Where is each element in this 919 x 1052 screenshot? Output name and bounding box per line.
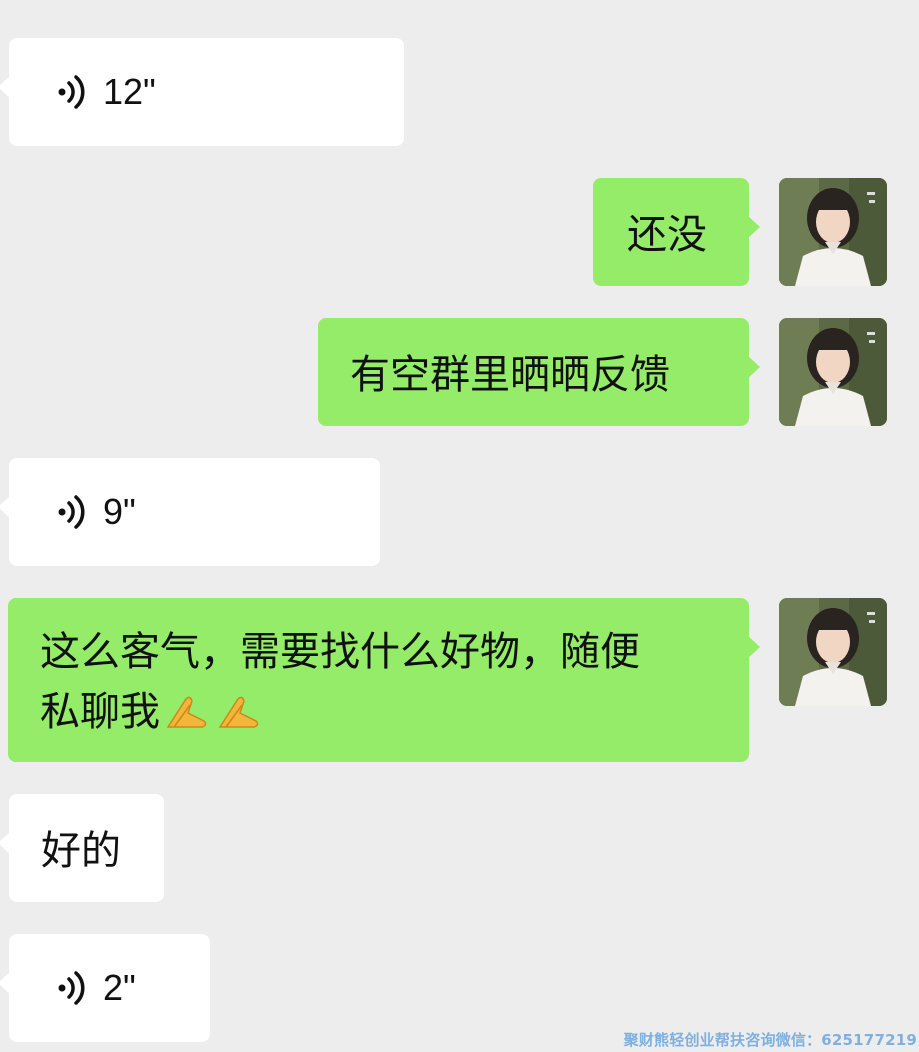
voice-duration: 2" — [103, 967, 136, 1008]
incoming-voice-message[interactable]: 12" — [0, 38, 404, 146]
message-text: 有空群里晒晒反馈 — [350, 352, 670, 398]
incoming-voice-message[interactable]: 2" — [0, 934, 210, 1042]
message-text-line-2-text: 私聊我 — [40, 689, 160, 735]
avatar[interactable] — [779, 598, 887, 706]
voice-wave-icon — [58, 971, 85, 1005]
avatar-portrait — [779, 178, 887, 286]
outgoing-text-message[interactable]: 有空群里晒晒反馈 — [318, 318, 760, 426]
avatar-portrait — [779, 318, 887, 426]
folded-hands-emoji-2 — [218, 696, 259, 728]
incoming-text-message[interactable]: 好的 — [0, 794, 164, 902]
avatar[interactable] — [779, 318, 887, 426]
outgoing-text-message[interactable]: 这么客气，需要找什么好物，随便 私聊我 — [8, 598, 760, 762]
message-text-line-2: 私聊我 — [40, 682, 749, 742]
voice-wave-icon — [58, 75, 85, 109]
incoming-voice-message[interactable]: 9" — [0, 458, 380, 566]
folded-hands-emoji — [160, 689, 264, 735]
watermark: 聚财熊轻创业帮扶咨询微信：625177219 — [623, 1031, 917, 1049]
voice-duration: 9" — [103, 491, 136, 532]
message-text: 好的 — [41, 828, 121, 874]
outgoing-text-message[interactable]: 还没 — [593, 178, 760, 286]
avatar[interactable] — [779, 178, 887, 286]
message-text-line-1: 这么客气，需要找什么好物，随便 — [40, 629, 640, 675]
voice-duration: 12" — [103, 71, 156, 112]
message-text: 还没 — [627, 212, 707, 258]
folded-hands-emoji-1 — [166, 696, 207, 728]
avatar-portrait — [779, 598, 887, 706]
voice-wave-icon — [58, 495, 85, 529]
